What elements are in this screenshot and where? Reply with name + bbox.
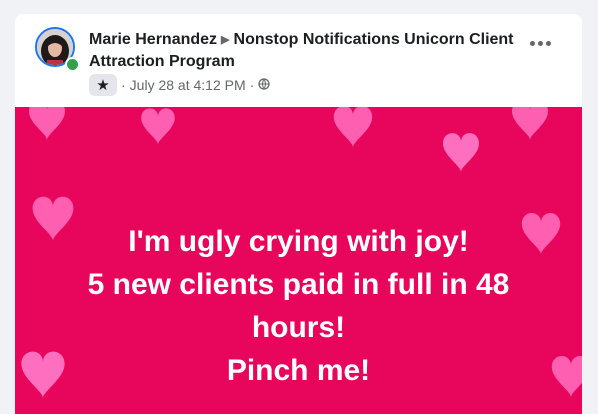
author-name[interactable]: Marie Hernandez [89,31,217,48]
more-dot-icon [537,40,543,46]
meta-separator-2: · [249,77,255,93]
heart-icon [512,107,548,140]
more-dot-icon [545,40,551,46]
online-status-dot [65,57,80,72]
post-text-line: hours! [251,311,346,344]
post-background[interactable]: I'm ugly crying with joy! 5 new clients … [15,107,582,414]
post-meta: ★ · July 28 at 4:12 PM · [89,72,270,98]
post-text-line: I'm ugly crying with joy! [128,225,469,258]
star-badge-icon[interactable]: ★ [89,74,117,96]
more-options-button[interactable] [523,33,557,53]
heart-icon [29,107,65,140]
meta-separator: · [121,77,126,93]
post-title: Marie Hernandez ▶ Nonstop Notifications Un… [89,29,529,72]
heart-icon [141,108,175,145]
post-text-line: 5 new clients paid in full in 48 [87,268,510,301]
post-message: I'm ugly crying with joy! 5 new clients … [15,220,582,392]
post-header: Marie Hernandez ▶ Nonstop Notifications Un… [15,14,582,107]
more-dot-icon [529,40,535,46]
post-text-line: Pinch me! [226,354,371,387]
post-card: Marie Hernandez ▶ Nonstop Notifications Un… [15,14,582,414]
globe-icon-graphic [258,77,270,90]
heart-icon [443,133,479,172]
globe-icon[interactable] [258,77,270,93]
post-timestamp[interactable]: July 28 at 4:12 PM [130,77,246,93]
caret-right-icon: ▶ [221,34,230,46]
heart-icon [333,107,373,148]
